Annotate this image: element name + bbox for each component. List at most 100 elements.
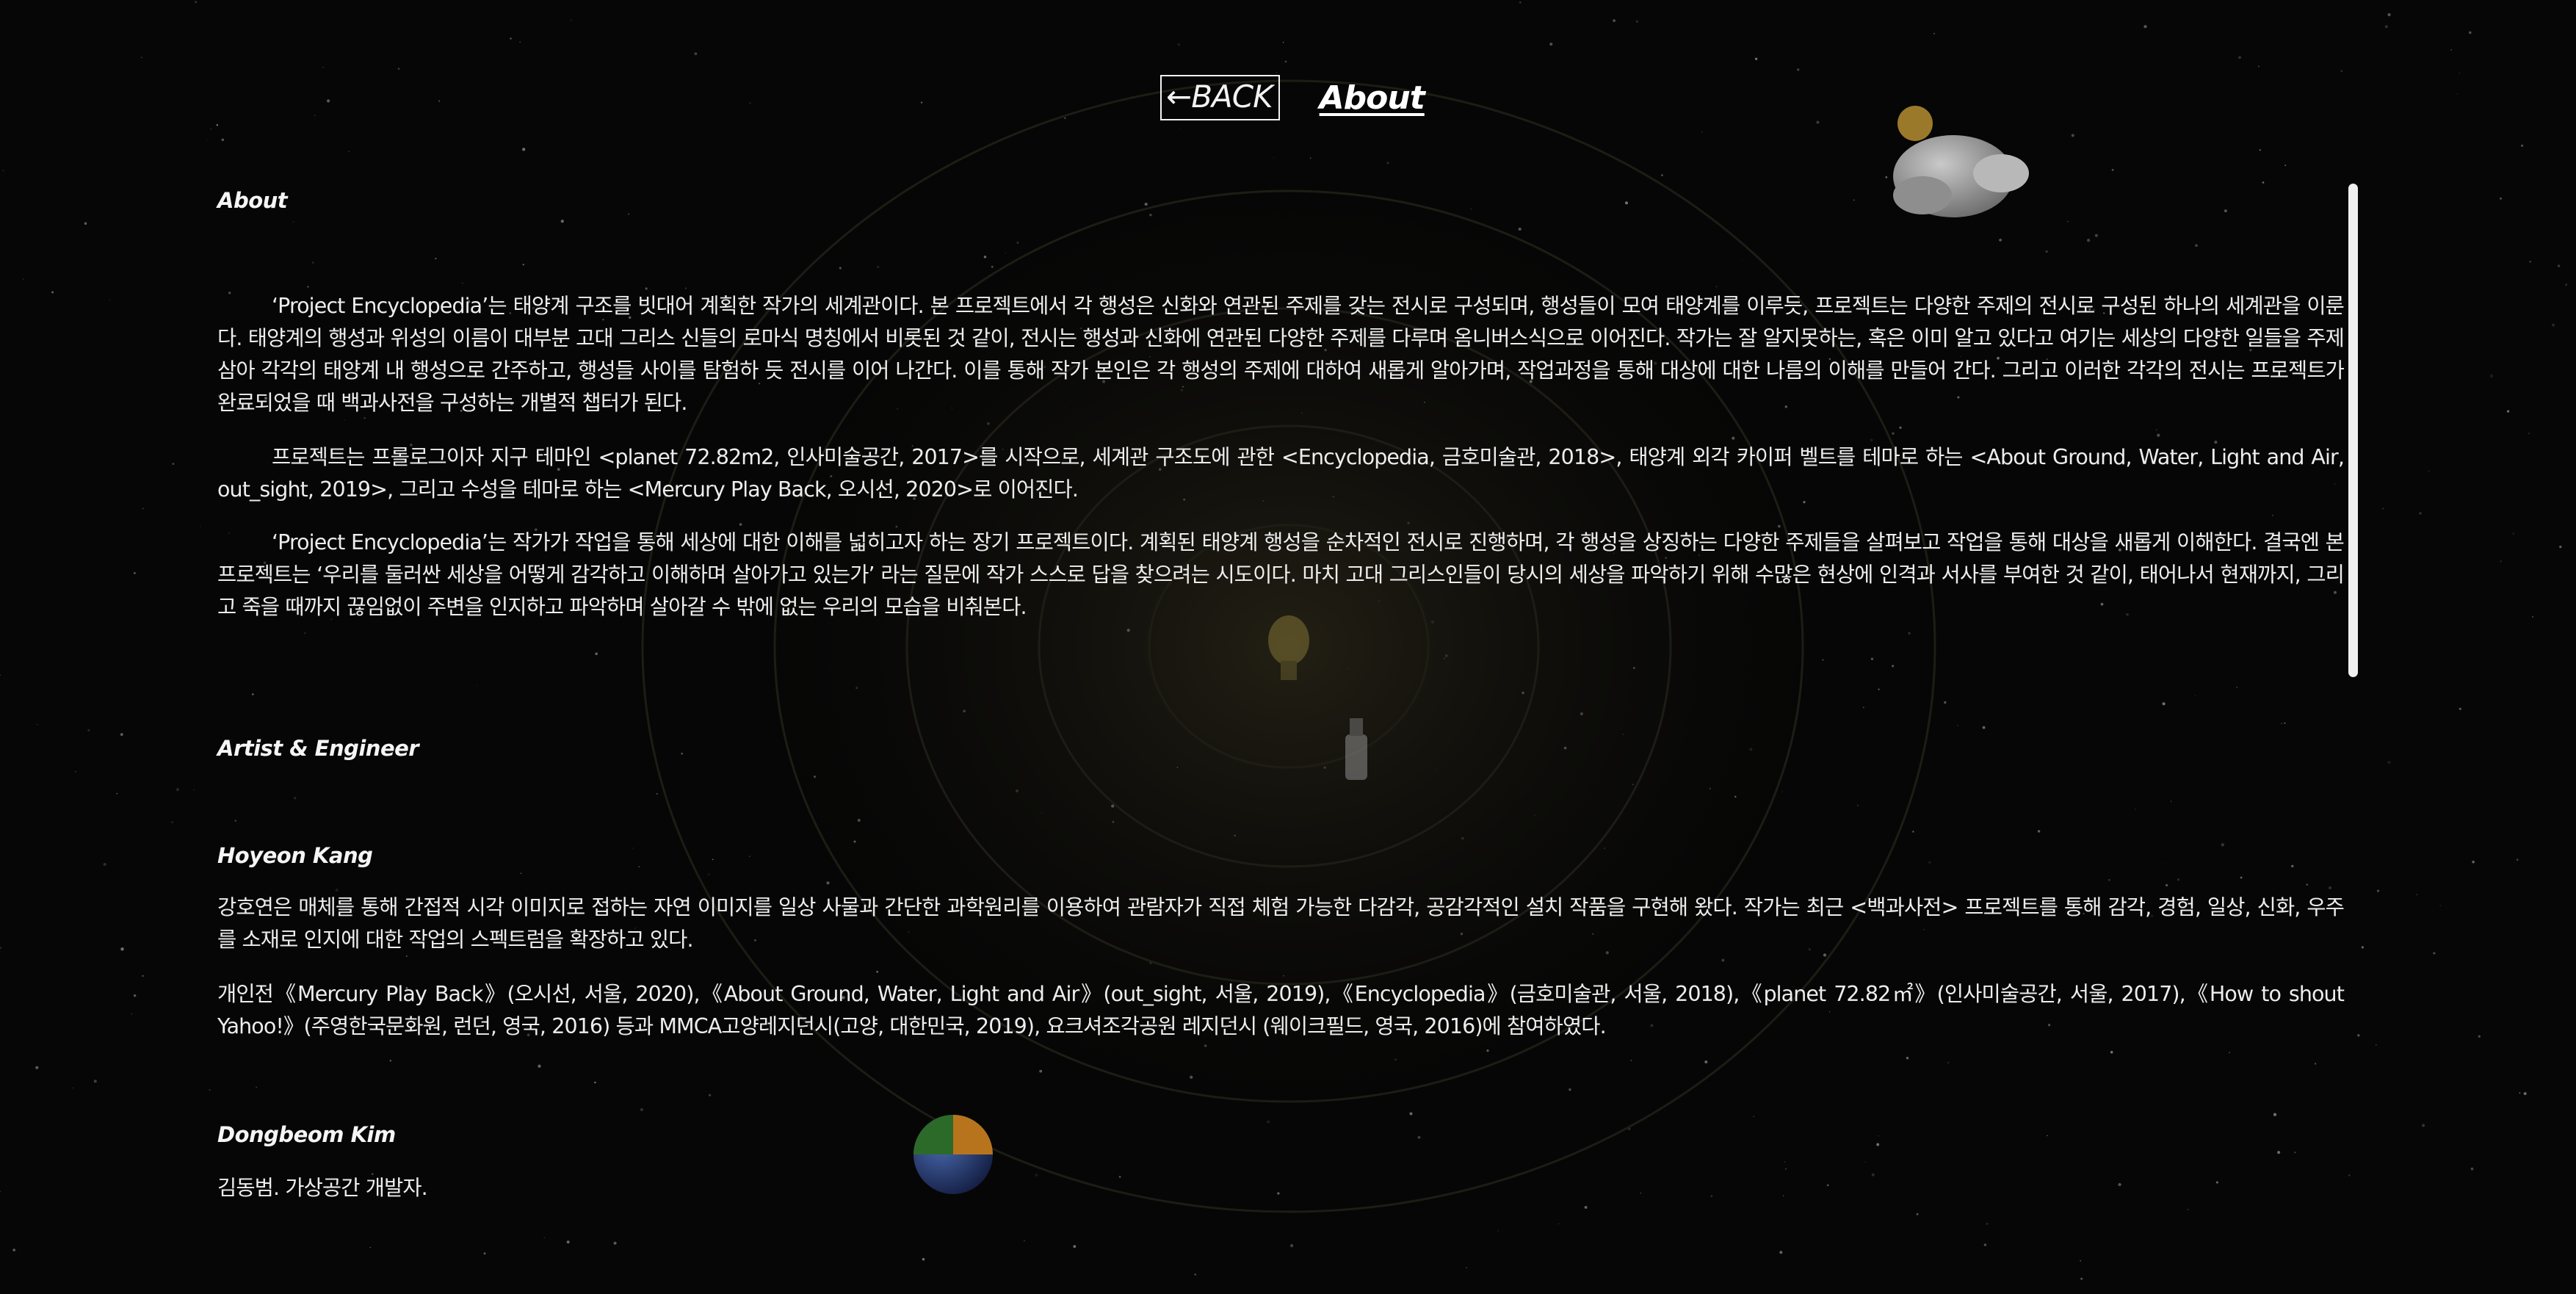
star [1064, 117, 1066, 119]
star [712, 859, 714, 861]
star [638, 866, 640, 867]
star [2529, 261, 2531, 263]
star [1899, 426, 1902, 429]
person-name-dongbeom-kim: Dongbeom Kim [217, 1122, 396, 1147]
star [1892, 432, 1895, 435]
star [709, 1094, 712, 1096]
star [595, 652, 598, 656]
star [519, 41, 521, 43]
star [2187, 1208, 2189, 1211]
star [2329, 886, 2332, 890]
star [2157, 433, 2160, 437]
star [2195, 244, 2198, 247]
star [2236, 686, 2238, 688]
star [234, 820, 236, 822]
star [632, 847, 634, 849]
star [749, 102, 751, 104]
star [520, 872, 522, 875]
star [75, 770, 76, 773]
star [483, 1252, 486, 1255]
star [1519, 1, 1522, 4]
star [2108, 878, 2110, 881]
star [2421, 1124, 2425, 1127]
star [656, 792, 658, 795]
star [1784, 1161, 1786, 1163]
scrollbar-thumb[interactable] [2348, 184, 2358, 677]
star [2348, 1174, 2351, 1176]
star [2047, 1135, 2048, 1137]
star [93, 1080, 97, 1083]
star [2376, 889, 2380, 892]
star [640, 1108, 643, 1111]
star [1999, 239, 2002, 242]
star [195, 1, 198, 4]
star [2281, 723, 2283, 724]
star [438, 100, 441, 102]
star [87, 729, 90, 731]
person-bio: 김동범. 가상공간 개발자. [217, 1176, 428, 1200]
star [326, 99, 330, 103]
star [2177, 878, 2180, 881]
star [103, 862, 106, 867]
star [1784, 1168, 1787, 1170]
star [1876, 1143, 1880, 1146]
star [12, 1248, 16, 1251]
star [252, 693, 254, 695]
star [2240, 876, 2243, 879]
star [1878, 1135, 1879, 1137]
star [2478, 1035, 2481, 1038]
credits-heading: Artist & Engineer [217, 736, 419, 761]
star [2, 170, 4, 172]
star [2361, 946, 2365, 949]
star [522, 264, 525, 266]
star [2519, 1092, 2521, 1094]
star [256, 1086, 258, 1088]
star [1947, 1062, 1949, 1063]
star [2262, 181, 2265, 184]
star [344, 419, 346, 421]
star [2238, 56, 2241, 59]
star [2224, 209, 2227, 213]
star [131, 1013, 133, 1015]
star [2489, 374, 2494, 378]
star [133, 994, 137, 997]
star [1584, 1206, 1588, 1209]
star [369, 1246, 372, 1248]
star [560, 220, 564, 223]
star [2094, 234, 2098, 237]
star [1912, 831, 1914, 833]
star [2456, 93, 2458, 95]
top-navigation: ←BACK About [1160, 75, 1425, 120]
star [2506, 410, 2510, 413]
star [293, 796, 297, 800]
star [2450, 49, 2452, 51]
star [1885, 176, 1888, 178]
star [2459, 707, 2461, 710]
star [920, 101, 923, 104]
star [1282, 41, 1284, 43]
star [2559, 545, 2562, 549]
star [216, 123, 219, 126]
star [116, 792, 118, 795]
star [2512, 532, 2515, 535]
star [2111, 169, 2114, 171]
star [2419, 512, 2422, 515]
about-link[interactable]: About [1320, 79, 1425, 117]
star [1797, 68, 1800, 71]
star [1957, 725, 1958, 726]
star [1916, 1212, 1919, 1215]
star [192, 789, 195, 791]
star [1624, 201, 1629, 205]
star [1701, 131, 1703, 133]
star [2170, 800, 2172, 802]
back-button[interactable]: ←BACK [1160, 75, 1280, 120]
star [172, 463, 175, 465]
star [2194, 695, 2196, 697]
star [2221, 843, 2224, 847]
star [1754, 57, 1758, 60]
star [312, 261, 314, 264]
star [1908, 632, 1911, 635]
star [1661, 174, 1663, 177]
star [2284, 722, 2286, 724]
star [2340, 70, 2342, 72]
